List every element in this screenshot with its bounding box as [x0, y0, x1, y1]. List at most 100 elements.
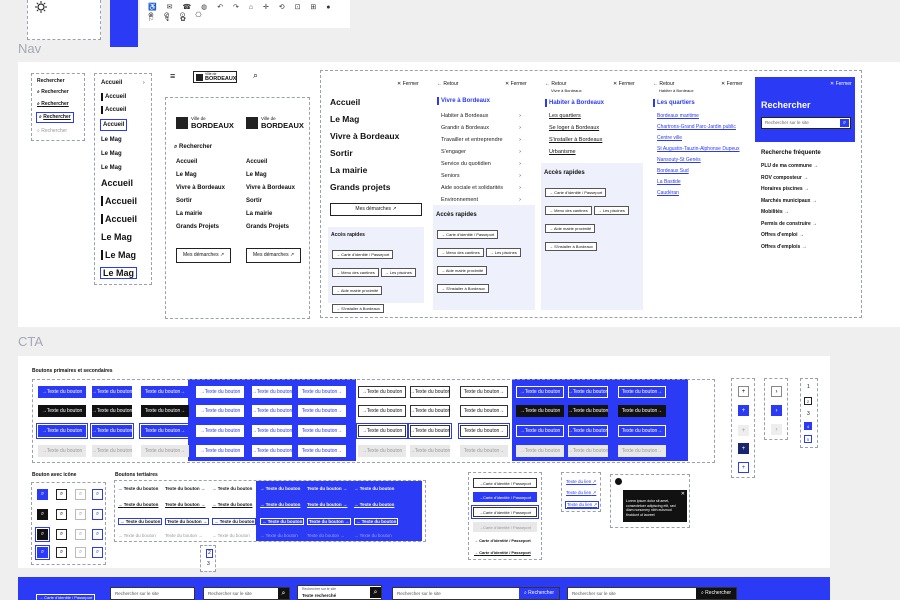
- plus-icon[interactable]: +: [738, 405, 749, 416]
- menu-icon[interactable]: ≡: [170, 71, 175, 81]
- cta-button[interactable]: Texte du bouton →: [141, 445, 189, 457]
- tertiary-button[interactable]: → Texte du bouton: [212, 533, 250, 538]
- cta-button[interactable]: → Texte du bouton: [38, 405, 86, 417]
- nav-link-accueil-hover[interactable]: Accueil: [101, 93, 126, 101]
- close-button[interactable]: ✕ Fermer: [721, 81, 743, 88]
- tertiary-button[interactable]: → Texte du bouton: [260, 533, 298, 538]
- cta-button[interactable]: → Texte du bouton: [568, 445, 608, 457]
- back-button[interactable]: ← Retour: [437, 81, 458, 88]
- page-number[interactable]: 2: [206, 549, 213, 558]
- cta-button[interactable]: Texte du bouton →: [298, 445, 346, 457]
- menu-vivre-item[interactable]: Habiter à Bordeaux ›: [441, 110, 521, 122]
- nav-link-lemag[interactable]: Le Mag: [101, 136, 122, 144]
- search-icon[interactable]: ⌕: [75, 489, 86, 500]
- cta-button[interactable]: → Texte du bouton: [358, 405, 406, 417]
- menu-vivre-item[interactable]: Service du quotidien ›: [441, 158, 521, 170]
- mobile-nav-item[interactable]: Vivre à Bordeaux: [246, 184, 301, 197]
- cta-button[interactable]: → Texte du bouton: [90, 423, 134, 439]
- nav-link-accueil-focus[interactable]: Accueil: [100, 119, 128, 131]
- nav-link-accueil-active[interactable]: Accueil: [101, 106, 126, 114]
- cta-button[interactable]: → Texte du bouton: [196, 425, 244, 437]
- plus-icon[interactable]: +: [738, 443, 749, 454]
- tertiary-button[interactable]: Texte du bouton →: [307, 518, 352, 525]
- menu-quartiers-item[interactable]: Bordeaux maritime: [657, 113, 747, 119]
- nav-link-lemag-large-focus[interactable]: Le Mag: [100, 267, 138, 279]
- cta-button[interactable]: Texte du bouton →: [618, 386, 666, 398]
- tertiary-button[interactable]: → Texte du bouton: [354, 518, 399, 525]
- menu-quartiers-item[interactable]: Centre ville: [657, 135, 747, 141]
- menu-main-item[interactable]: Vivre à Bordeaux: [330, 131, 399, 148]
- search-icon[interactable]: ⌕: [56, 529, 67, 540]
- cta-button[interactable]: → Texte du bouton: [410, 445, 450, 457]
- frequent-item[interactable]: Marchés municipaux →: [761, 198, 818, 210]
- chevron-right-icon[interactable]: ›: [771, 424, 782, 435]
- search-icon[interactable]: ⌕: [35, 545, 50, 560]
- mobile-search[interactable]: ⌕ Rechercher: [174, 143, 212, 151]
- cta-button[interactable]: → Texte du bouton: [358, 445, 406, 457]
- menu-habiter-item[interactable]: S'installer à Bordeaux: [549, 137, 602, 149]
- menu-vivre-item[interactable]: S'engager ›: [441, 146, 521, 158]
- cta-button[interactable]: → Texte du bouton: [568, 405, 608, 417]
- card-button[interactable]: → Carte d'identité / Passeport: [473, 492, 537, 502]
- menu-vivre-item[interactable]: Seniors ›: [441, 170, 521, 182]
- plus-icon[interactable]: +: [738, 425, 749, 436]
- tertiary-button[interactable]: → Texte du bouton: [212, 502, 252, 507]
- search-state-icon-1[interactable]: ⌕ Rechercher: [37, 89, 69, 96]
- cta-button[interactable]: → Texte du bouton: [196, 405, 244, 417]
- cta-button[interactable]: Texte du bouton →: [460, 405, 508, 417]
- chevron-right-icon[interactable]: ›: [771, 386, 782, 397]
- cta-button[interactable]: Texte du bouton →: [618, 445, 666, 457]
- search-icon[interactable]: ⌕: [75, 509, 86, 520]
- quick-chip[interactable]: → Carte d'identité / Passeport: [545, 188, 607, 197]
- close-button[interactable]: ✕ Fermer: [613, 81, 635, 88]
- quick-chip[interactable]: → Carte d'identité / Passeport: [332, 250, 394, 259]
- card-link[interactable]: → Carte d'identité / Passeport: [474, 537, 531, 544]
- menu-quartiers-item[interactable]: La Bastide: [657, 179, 747, 185]
- search-icon[interactable]: ⌕: [840, 119, 849, 127]
- tertiary-button[interactable]: → Texte du bouton: [354, 533, 392, 538]
- tertiary-button[interactable]: → Texte du bouton: [212, 518, 257, 525]
- info-icon[interactable]: [615, 478, 622, 485]
- search-icon[interactable]: ⌕: [92, 529, 103, 540]
- cta-button[interactable]: → Texte du bouton: [408, 423, 452, 439]
- plus-icon[interactable]: +: [738, 462, 749, 473]
- cta-button[interactable]: → Texte du bouton: [568, 386, 608, 398]
- nav-link-lemag-hover[interactable]: Le Mag: [101, 150, 122, 158]
- cta-button[interactable]: → Texte du bouton: [358, 386, 406, 398]
- nav-link-lemag-active[interactable]: Le Mag: [101, 164, 122, 172]
- cta-button[interactable]: Texte du bouton →: [141, 386, 189, 398]
- search-input[interactable]: Rechercher sur le site ⌕: [203, 587, 290, 600]
- page-number[interactable]: 3: [207, 561, 210, 568]
- search-icon[interactable]: ⌕: [278, 588, 289, 599]
- page-number[interactable]: 4: [804, 422, 812, 430]
- text-link[interactable]: Texte du lien ↗: [566, 479, 596, 485]
- cta-button[interactable]: → Texte du bouton: [92, 405, 132, 417]
- cta-button[interactable]: Texte du bouton →: [141, 405, 189, 417]
- menu-vivre-item[interactable]: Aide sociale et solidarités ›: [441, 182, 521, 194]
- close-button[interactable]: ✕ Fermer: [505, 81, 527, 88]
- card-button[interactable]: → Carte d'identité / Passeport: [473, 478, 537, 488]
- page-number[interactable]: 5: [804, 435, 812, 443]
- demarches-button-2[interactable]: Mes démarches ↗: [246, 248, 302, 263]
- cta-button[interactable]: → Texte du bouton: [36, 423, 88, 439]
- search-state-hover[interactable]: ⌕ Rechercher: [37, 101, 69, 108]
- search-icon[interactable]: ⌕: [35, 527, 50, 542]
- frequent-item[interactable]: PLU de ma commune →: [761, 163, 818, 175]
- cta-button[interactable]: → Texte du bouton: [92, 386, 132, 398]
- tertiary-button[interactable]: Texte du bouton →: [165, 518, 210, 525]
- quick-chip[interactable]: → Les piscines: [485, 248, 521, 257]
- mobile-nav-item[interactable]: Le Mag: [176, 171, 231, 184]
- quick-chip[interactable]: → Aide mairie proximité: [332, 286, 383, 295]
- mobile-nav-item[interactable]: Sortir: [176, 197, 231, 210]
- demarches-button[interactable]: Mes démarches ↗: [176, 248, 232, 263]
- frequent-item[interactable]: Permis de construire →: [761, 221, 818, 233]
- search-icon[interactable]: ⌕: [56, 509, 67, 520]
- cta-button[interactable]: → Texte du bouton: [38, 445, 86, 457]
- search-icon[interactable]: ⌕: [75, 529, 86, 540]
- tertiary-button[interactable]: → Texte du bouton: [118, 518, 163, 525]
- search-icon[interactable]: ⌕: [37, 489, 48, 500]
- page-number[interactable]: 1: [807, 384, 810, 391]
- tertiary-button[interactable]: Texte du bouton →: [307, 486, 347, 491]
- tertiary-button[interactable]: → Texte du bouton: [118, 533, 156, 538]
- frequent-item[interactable]: ROV composteur →: [761, 175, 818, 187]
